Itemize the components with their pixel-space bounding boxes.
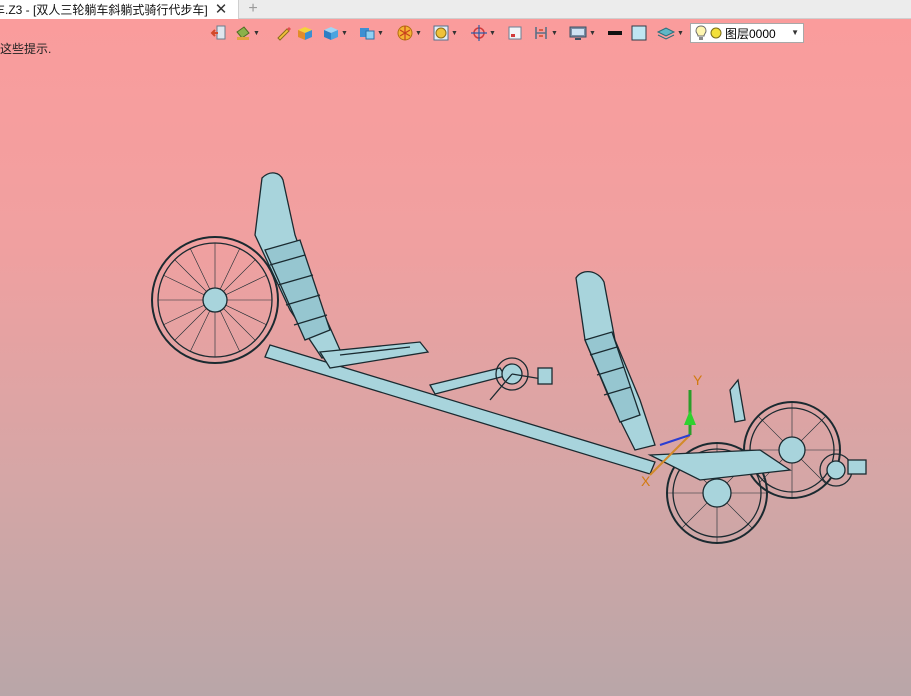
model-canvas[interactable]: Y X <box>0 50 911 696</box>
axis-x-label: X <box>641 473 651 489</box>
bucket-dropdown-caret[interactable]: ▼ <box>253 30 260 37</box>
exit-icon[interactable] <box>210 23 228 43</box>
color-square-icon[interactable] <box>630 23 648 43</box>
add-tab-icon[interactable]: + <box>244 0 262 19</box>
rear-seat <box>254 172 430 369</box>
cube-dropdown-caret[interactable]: ▼ <box>341 30 348 37</box>
pencil-icon[interactable] <box>274 23 292 43</box>
layers-icon[interactable]: ▼ <box>656 23 684 43</box>
filter-icon[interactable]: ▼ <box>396 23 422 43</box>
layer-select[interactable]: 图层0000 ▼ <box>690 23 804 43</box>
crosshair-dropdown-caret[interactable]: ▼ <box>489 30 496 37</box>
monitor-dropdown-caret[interactable]: ▼ <box>589 30 596 37</box>
front-seat <box>575 271 656 451</box>
cube-icon[interactable]: ▼ <box>322 23 348 43</box>
document-tab[interactable]: 车.Z3 - [双人三轮躺车斜躺式骑行代步车] ✕ <box>0 0 239 19</box>
square-dot-icon[interactable] <box>506 23 524 43</box>
circle-frame-dropdown-caret[interactable]: ▼ <box>451 30 458 37</box>
close-icon[interactable]: ✕ <box>214 0 228 19</box>
cube-split-icon[interactable]: ▼ <box>358 23 384 43</box>
middle-crank <box>489 357 553 401</box>
layer-name: 图层0000 <box>725 26 776 41</box>
front-crank <box>819 453 867 487</box>
chevron-down-icon[interactable]: ▼ <box>791 24 799 42</box>
crosshair-icon[interactable]: ▼ <box>470 23 496 43</box>
monitor-icon[interactable]: ▼ <box>568 23 596 43</box>
document-tab-title: 车.Z3 - [双人三轮躺车斜躺式骑行代步车] <box>0 3 208 17</box>
lightbulb-icon[interactable] <box>695 25 707 41</box>
viewport[interactable]: Y X <box>0 50 911 696</box>
recumbent-tandem-trike-model <box>151 172 867 544</box>
tab-bar: 车.Z3 - [双人三轮躺车斜躺式骑行代步车] ✕ + <box>0 0 911 19</box>
box-solid-icon[interactable] <box>296 23 314 43</box>
bracket-dropdown-caret[interactable]: ▼ <box>551 30 558 37</box>
layers-dropdown-caret[interactable]: ▼ <box>677 30 684 37</box>
circle-frame-icon[interactable]: ▼ <box>432 23 458 43</box>
rear-wheel <box>151 236 279 364</box>
cube-split-dropdown-caret[interactable]: ▼ <box>377 30 384 37</box>
filter-dropdown-caret[interactable]: ▼ <box>415 30 422 37</box>
bracket-icon[interactable]: ▼ <box>532 23 558 43</box>
line-weight-icon[interactable] <box>606 23 624 43</box>
layer-color-dot-icon <box>710 27 722 39</box>
axis-y-label: Y <box>693 372 703 388</box>
bucket-icon[interactable]: ▼ <box>234 23 260 43</box>
